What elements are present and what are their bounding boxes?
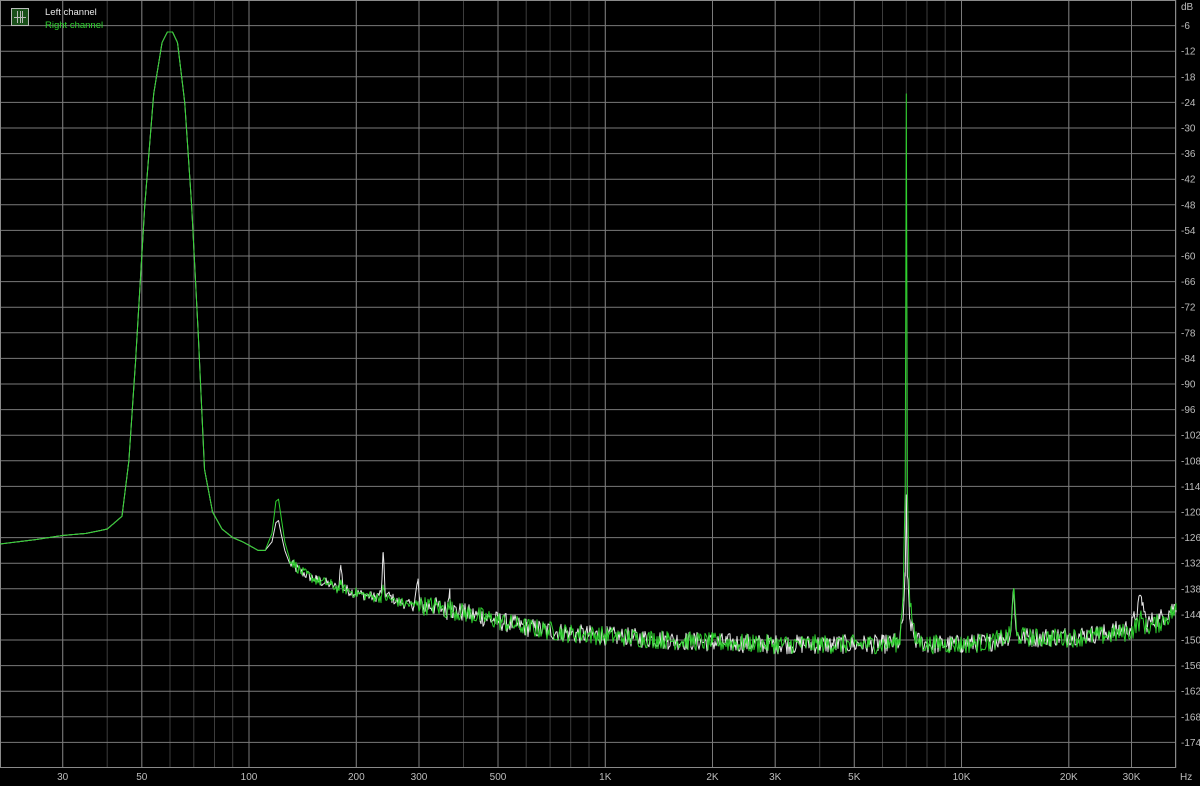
x-tick-label: 3K xyxy=(769,772,782,783)
plot-background xyxy=(0,0,1200,786)
y-tick-label: -12 xyxy=(1181,47,1196,58)
y-tick-label: -72 xyxy=(1181,303,1196,314)
y-tick-label: -60 xyxy=(1181,252,1196,263)
y-tick-label: -126 xyxy=(1181,533,1200,544)
legend: Left channel Right channel xyxy=(9,6,129,36)
y-tick-label: -18 xyxy=(1181,72,1196,83)
y-tick-label: -108 xyxy=(1181,456,1200,467)
x-tick-label: 20K xyxy=(1060,772,1078,783)
y-tick-label: -66 xyxy=(1181,277,1196,288)
y-tick-label: -168 xyxy=(1181,712,1200,723)
legend-right-channel: Right channel xyxy=(45,20,104,31)
y-tick-label: -78 xyxy=(1181,328,1196,339)
x-tick-label: 100 xyxy=(241,772,258,783)
y-tick-label: -84 xyxy=(1181,354,1196,365)
legend-grid-icon[interactable] xyxy=(11,8,29,26)
y-tick-label: -24 xyxy=(1181,98,1196,109)
x-tick-label: 200 xyxy=(348,772,365,783)
x-tick-label: 1K xyxy=(599,772,612,783)
legend-left-channel: Left channel xyxy=(45,7,97,18)
x-tick-label: 5K xyxy=(848,772,861,783)
y-tick-label: -174 xyxy=(1181,738,1200,749)
y-tick-label: -144 xyxy=(1181,610,1200,621)
spectrum-plot: -6 -12 -18 -24 -30 -36 -42 -48 -54 -60 -66 -72 -78 -8… xyxy=(0,0,1200,786)
y-tick-label: -36 xyxy=(1181,149,1196,160)
y-tick-label: -90 xyxy=(1181,380,1196,391)
x-tick-label: 10K xyxy=(953,772,971,783)
y-tick-label: -150 xyxy=(1181,636,1200,647)
y-tick-label: -120 xyxy=(1181,508,1200,519)
y-tick-label: -162 xyxy=(1181,687,1200,698)
x-axis-unit: Hz xyxy=(1180,772,1192,783)
y-axis-unit: dB xyxy=(1181,2,1194,13)
x-tick-label: 2K xyxy=(706,772,719,783)
y-tick-label: -102 xyxy=(1181,431,1200,442)
x-tick-label: 300 xyxy=(411,772,428,783)
y-tick-label: -30 xyxy=(1181,124,1196,135)
y-tick-label: -54 xyxy=(1181,226,1196,237)
x-tick-label: 30K xyxy=(1123,772,1141,783)
y-tick-label: -42 xyxy=(1181,175,1196,186)
x-tick-label: 500 xyxy=(490,772,507,783)
x-tick-label: 50 xyxy=(136,772,148,783)
y-tick-label: -138 xyxy=(1181,584,1200,595)
y-tick-label: -6 xyxy=(1181,21,1190,32)
y-tick-label: -48 xyxy=(1181,200,1196,211)
y-tick-label: -114 xyxy=(1181,482,1200,493)
y-tick-label: -96 xyxy=(1181,405,1196,416)
y-tick-label: -132 xyxy=(1181,559,1200,570)
x-tick-label: 30 xyxy=(57,772,69,783)
y-tick-label: -156 xyxy=(1181,661,1200,672)
